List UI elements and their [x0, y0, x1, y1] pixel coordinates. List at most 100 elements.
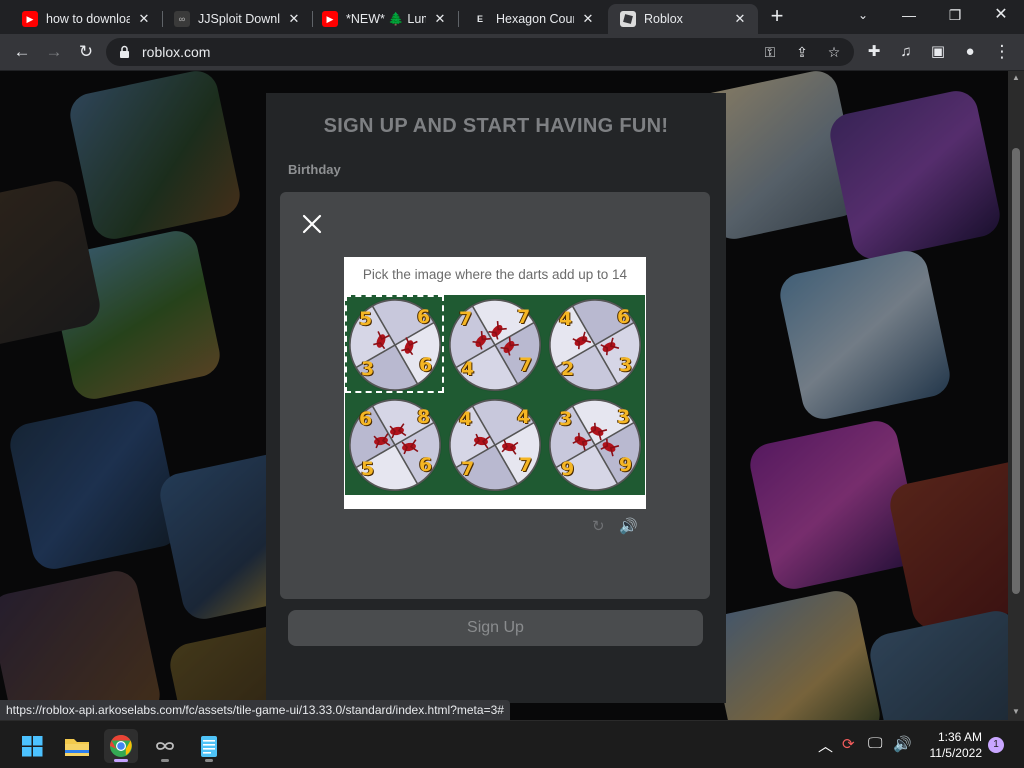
tab-strip: ▶ how to downloa ✕ ∞ JJSploit Downlo ✕ ▶… — [0, 0, 1024, 34]
close-tab-icon[interactable]: ✕ — [580, 11, 596, 27]
dart-number: 2 — [561, 358, 575, 380]
windows-icon — [22, 736, 43, 757]
dart-number: 4 — [461, 358, 475, 380]
jjsploit-icon — [156, 742, 174, 750]
extensions-icon[interactable]: ✚ — [860, 39, 888, 65]
url-text: roblox.com — [142, 44, 211, 60]
jjsploit-icon: ∞ — [174, 11, 190, 27]
dart-number: 3 — [619, 354, 633, 376]
menu-icon[interactable]: ⋮ — [988, 39, 1016, 65]
tile-selection-outline — [345, 295, 444, 393]
chrome-icon — [110, 735, 132, 757]
close-tab-icon[interactable]: ✕ — [136, 11, 152, 27]
reload-icon[interactable]: ↻ — [72, 39, 100, 65]
tab-title: *NEW* 🌲 Lumb — [346, 11, 426, 26]
refresh-icon[interactable]: ↻ — [592, 517, 605, 535]
notepad-icon — [201, 736, 217, 757]
audio-icon[interactable]: 🔊 — [619, 517, 638, 535]
dart-number: 6 — [419, 454, 433, 476]
roblox-icon — [620, 11, 636, 27]
new-tab-button[interactable]: + — [765, 5, 789, 28]
captcha-tile-grid: 5636 7 7 4 7 4 6 2 3 6 8 5 6 4 4 7 7 3 3 9 9 — [345, 295, 645, 495]
sign-up-button[interactable]: Sign Up — [288, 610, 703, 646]
dart-number: 3 — [617, 406, 631, 428]
close-tab-icon[interactable]: ✕ — [286, 11, 302, 27]
profile-icon[interactable]: ● — [956, 39, 984, 65]
tab-search-icon[interactable]: ⌄ — [840, 2, 886, 30]
dart-number: 6 — [359, 408, 373, 430]
dart-number: 7 — [519, 454, 533, 476]
dart-number: 9 — [619, 454, 633, 476]
dart-number: 4 — [559, 308, 573, 330]
tab-title: JJSploit Downlo — [198, 12, 280, 26]
tab-roblox[interactable]: Roblox ✕ — [608, 4, 758, 34]
network-icon[interactable]: 🖵 — [868, 735, 882, 752]
captcha-tile[interactable]: 6 8 5 6 — [345, 395, 445, 495]
chrome-button[interactable] — [104, 729, 138, 763]
tab-hexagon-count[interactable]: E Hexagon Count ✕ — [460, 4, 606, 34]
captcha-prompt: Pick the image where the darts add up to… — [362, 267, 628, 282]
hexagon-icon: E — [472, 11, 488, 27]
dart-number: 4 — [459, 408, 473, 430]
close-tab-icon[interactable]: ✕ — [732, 11, 748, 27]
lock-icon — [120, 45, 129, 58]
scroll-down-icon[interactable]: ▼ — [1011, 707, 1021, 716]
dart-number: 7 — [519, 354, 533, 376]
scrollbar-thumb[interactable] — [1012, 148, 1020, 594]
captcha-tile[interactable]: 4 4 7 7 — [445, 395, 545, 495]
tab-title: Hexagon Count — [496, 12, 574, 26]
dart-number: 6 — [617, 306, 631, 328]
captcha-tile[interactable]: 3 3 9 9 — [545, 395, 645, 495]
start-button[interactable] — [15, 729, 49, 763]
tab-jjsploit[interactable]: ∞ JJSploit Downlo ✕ — [162, 4, 312, 34]
address-bar[interactable]: roblox.com ⚿ ⇪ ☆ — [106, 38, 854, 66]
media-control-icon[interactable]: ♫ — [892, 39, 920, 65]
side-panel-icon[interactable]: ▣ — [924, 39, 952, 65]
captcha-modal: Pick the image where the darts add up to… — [280, 192, 710, 599]
tab-title: Roblox — [644, 12, 683, 26]
tab-how-to-download[interactable]: ▶ how to downloa ✕ — [10, 4, 162, 34]
dart-number: 4 — [517, 406, 531, 428]
dart-number: 7 — [461, 458, 475, 480]
dart-number: 3 — [559, 408, 573, 430]
dart-number: 7 — [517, 306, 531, 328]
dart-number: 7 — [459, 308, 473, 330]
clock-time: 1:36 AM — [937, 730, 982, 744]
captcha-challenge: Pick the image where the darts add up to… — [344, 257, 646, 509]
page-scrollbar[interactable]: ▲ ▼ — [1008, 71, 1024, 720]
tray-overflow-icon[interactable]: ︿ — [818, 735, 833, 756]
notification-badge[interactable]: 1 — [988, 737, 1004, 753]
youtube-icon: ▶ — [322, 11, 338, 27]
folder-icon — [65, 739, 89, 756]
jjsploit-taskbar-button[interactable] — [148, 729, 182, 763]
star-icon[interactable]: ☆ — [823, 41, 845, 63]
captcha-tile[interactable]: 5636 — [345, 295, 445, 395]
youtube-icon: ▶ — [22, 11, 38, 27]
signup-heading: SIGN UP AND START HAVING FUN! — [323, 115, 669, 137]
update-warning-icon[interactable]: ⟳ — [842, 735, 855, 753]
scroll-up-icon[interactable]: ▲ — [1011, 73, 1021, 82]
volume-icon[interactable]: 🔊 — [893, 735, 912, 753]
minimize-icon[interactable]: — — [886, 2, 932, 30]
file-explorer-button[interactable] — [60, 729, 94, 763]
close-tab-icon[interactable]: ✕ — [432, 11, 448, 27]
forward-icon[interactable]: → — [40, 39, 68, 65]
status-url-bubble: https://roblox-api.arkoselabs.com/fc/ass… — [0, 700, 510, 720]
back-icon[interactable]: ← — [8, 39, 36, 65]
notepad-button[interactable] — [192, 729, 226, 763]
captcha-tile[interactable]: 4 6 2 3 — [545, 295, 645, 395]
system-clock[interactable]: 1:36 AM 11/5/2022 — [920, 729, 983, 761]
close-icon[interactable] — [302, 214, 322, 234]
clock-date: 11/5/2022 — [929, 746, 983, 760]
dart-number: 9 — [561, 458, 575, 480]
windows-taskbar: ︿ ⟳ 🖵 🔊 1:36 AM 11/5/2022 1 — [0, 720, 1024, 768]
key-icon[interactable]: ⚿ — [759, 41, 781, 63]
tab-lumber[interactable]: ▶ *NEW* 🌲 Lumb ✕ — [310, 4, 458, 34]
browser-toolbar: ← → ↻ roblox.com ⚿ ⇪ ☆ ✚ ♫ ▣ ● ⋮ — [0, 34, 1024, 71]
restore-icon[interactable]: ❐ — [932, 2, 978, 30]
dart-number: 8 — [417, 406, 431, 428]
share-icon[interactable]: ⇪ — [791, 41, 813, 63]
close-window-icon[interactable]: ✕ — [978, 2, 1024, 30]
dart-number: 5 — [361, 458, 375, 480]
captcha-tile[interactable]: 7 7 4 7 — [445, 295, 545, 395]
